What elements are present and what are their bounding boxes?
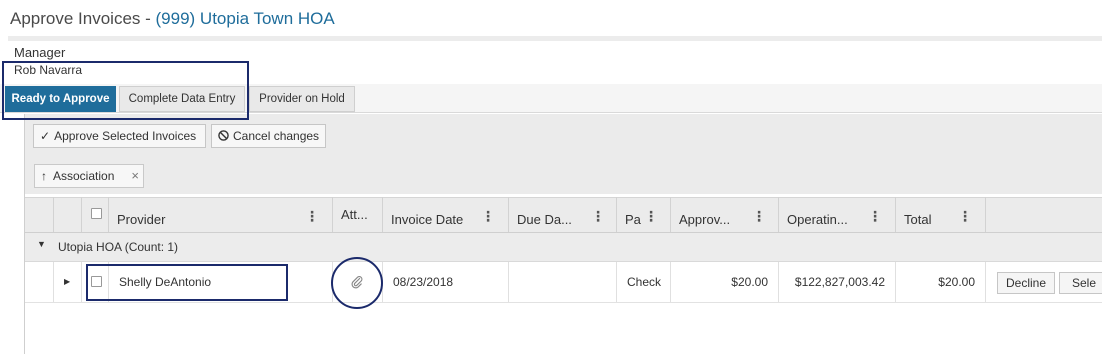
header-actions-cell bbox=[985, 197, 1102, 232]
cell-payment: Check bbox=[616, 262, 670, 302]
header-expand-cell bbox=[53, 197, 81, 232]
group-row-label: Utopia HOA (Count: 1) bbox=[58, 240, 179, 254]
row-select-cell bbox=[81, 262, 108, 302]
column-menu-icon[interactable]: ⋮ bbox=[958, 208, 972, 225]
manager-label: Manager bbox=[14, 45, 66, 60]
column-menu-icon[interactable]: ⋮ bbox=[591, 208, 605, 225]
column-header-total[interactable]: Total ⋮ bbox=[895, 197, 985, 232]
column-header-invoice-date[interactable]: Invoice Date ⋮ bbox=[382, 197, 508, 232]
column-menu-icon[interactable]: ⋮ bbox=[305, 208, 319, 225]
column-label-attachments: Att... bbox=[341, 207, 368, 222]
column-menu-icon[interactable]: ⋮ bbox=[644, 208, 658, 225]
column-menu-icon[interactable]: ⋮ bbox=[868, 208, 882, 225]
group-by-chip[interactable]: ↑ Association × bbox=[34, 164, 144, 188]
group-by-label: Association bbox=[53, 169, 115, 183]
cell-provider[interactable]: Shelly DeAntonio bbox=[108, 262, 332, 302]
column-header-approved[interactable]: Approv... ⋮ bbox=[670, 197, 778, 232]
page-title-prefix: Approve Invoices - bbox=[10, 9, 156, 28]
tab-complete-data-entry[interactable]: Complete Data Entry bbox=[119, 86, 245, 112]
ban-icon bbox=[218, 125, 229, 147]
column-label-operating: Operatin... bbox=[787, 212, 848, 227]
column-menu-icon[interactable]: ⋮ bbox=[752, 208, 766, 225]
caret-right-icon[interactable]: ▶ bbox=[64, 262, 70, 302]
remove-group-icon[interactable]: × bbox=[131, 165, 139, 187]
column-label-total: Total bbox=[904, 212, 932, 227]
association-name: (999) Utopia Town HOA bbox=[155, 9, 335, 28]
page-title: Approve Invoices - (999) Utopia Town HOA bbox=[10, 9, 335, 29]
select-all-checkbox[interactable] bbox=[91, 208, 102, 219]
approve-selected-button[interactable]: ✓ Approve Selected Invoices bbox=[33, 124, 206, 148]
cancel-changes-label: Cancel changes bbox=[233, 129, 320, 143]
cell-due-date bbox=[508, 262, 616, 302]
cell-invoice-date: 08/23/2018 bbox=[382, 262, 508, 302]
check-icon: ✓ bbox=[40, 129, 51, 143]
column-header-operating[interactable]: Operatin... ⋮ bbox=[778, 197, 895, 232]
cell-total: $20.00 bbox=[895, 262, 985, 302]
approve-selected-label: Approve Selected Invoices bbox=[54, 129, 197, 143]
column-header-attachments[interactable]: Att... bbox=[332, 197, 382, 232]
arrow-up-icon: ↑ bbox=[41, 169, 47, 183]
select-button[interactable]: Sele bbox=[1059, 272, 1102, 294]
cell-attachment bbox=[332, 262, 382, 302]
column-label-invoice-date: Invoice Date bbox=[391, 212, 464, 227]
row-checkbox[interactable] bbox=[91, 276, 102, 287]
cell-approved: $20.00 bbox=[670, 262, 778, 302]
tab-ready-to-approve[interactable]: Ready to Approve bbox=[5, 86, 116, 112]
group-row[interactable] bbox=[25, 233, 1102, 262]
column-header-provider[interactable]: Provider ⋮ bbox=[108, 197, 332, 232]
header-select-cell bbox=[81, 197, 108, 232]
column-menu-icon[interactable]: ⋮ bbox=[481, 208, 495, 225]
tab-provider-on-hold[interactable]: Provider on Hold bbox=[249, 86, 355, 112]
column-label-due-date: Due Da... bbox=[517, 212, 572, 227]
manager-name: Rob Navarra bbox=[14, 63, 83, 77]
column-label-provider: Provider bbox=[117, 212, 166, 227]
column-label-payment: Pa bbox=[625, 212, 641, 227]
paperclip-icon[interactable] bbox=[350, 275, 364, 289]
decline-button[interactable]: Decline bbox=[997, 272, 1055, 294]
row-expand-cell: ▶ bbox=[53, 262, 81, 302]
cell-operating: $122,827,003.42 bbox=[778, 262, 895, 302]
column-header-payment[interactable]: Pa ⋮ bbox=[616, 197, 670, 232]
caret-down-icon[interactable]: ▼ bbox=[37, 239, 46, 249]
cancel-changes-button[interactable]: Cancel changes bbox=[211, 124, 326, 148]
title-divider bbox=[8, 36, 1102, 41]
column-header-due-date[interactable]: Due Da... ⋮ bbox=[508, 197, 616, 232]
column-label-approved: Approv... bbox=[679, 212, 731, 227]
